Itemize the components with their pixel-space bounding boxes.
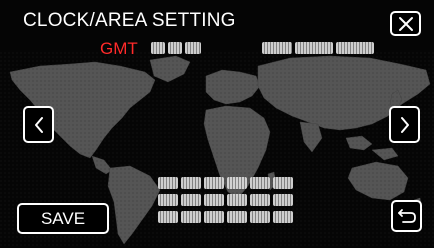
page-title: CLOCK/AREA SETTING	[23, 10, 236, 31]
save-button[interactable]: SAVE	[17, 203, 109, 234]
next-area-button[interactable]	[389, 106, 420, 143]
clock-area-setting-screen: CLOCK/AREA SETTING GMT SAVE	[0, 0, 434, 248]
city-list-row-2	[158, 194, 293, 206]
chevron-left-icon	[34, 116, 43, 133]
close-button[interactable]	[390, 11, 421, 36]
gmt-label: GMT	[100, 39, 138, 58]
city-list-row-1	[158, 177, 293, 189]
return-button[interactable]	[391, 200, 422, 232]
return-icon	[397, 209, 416, 223]
previous-area-button[interactable]	[23, 106, 54, 143]
chevron-right-icon	[400, 116, 409, 133]
region-name-placeholder	[262, 42, 374, 54]
close-icon	[398, 16, 413, 31]
city-list-row-3	[158, 211, 293, 223]
gmt-offset-placeholder	[151, 42, 201, 54]
